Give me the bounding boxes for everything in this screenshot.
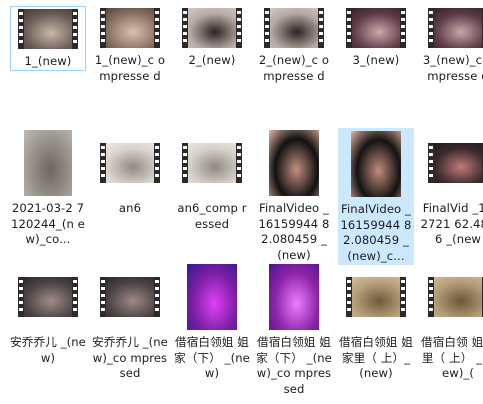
video-thumbnail <box>428 277 483 317</box>
file-thumbnail <box>256 128 332 198</box>
file-item[interactable]: 3_(new) <box>338 6 414 69</box>
file-grid: 1_(new) 1_(new)_c ompresse d 2_(new) 2_(new… <box>0 0 483 404</box>
video-thumbnail <box>346 277 406 317</box>
film-strip-icon <box>428 143 434 183</box>
file-name: FinalVideo _16159944 82.080459 _(new)_c.… <box>340 202 412 263</box>
film-strip-icon <box>100 277 106 317</box>
file-thumbnail <box>338 262 414 332</box>
film-strip-icon <box>400 8 406 48</box>
file-thumbnail <box>92 6 168 50</box>
film-strip-icon <box>400 277 406 317</box>
video-thumbnail <box>428 143 483 183</box>
file-item[interactable]: 借宿白领 姐家里（ 上） _(new)_( <box>420 262 483 382</box>
image-thumbnail <box>24 130 72 196</box>
file-thumbnail <box>174 128 250 198</box>
file-thumbnail <box>92 128 168 198</box>
video-thumbnail <box>264 8 324 48</box>
video-thumbnail <box>18 277 78 317</box>
file-item[interactable]: FinalVideo _16159944 82.080459 _(new) <box>256 128 332 263</box>
film-strip-icon <box>72 9 78 49</box>
video-thumbnail <box>100 8 160 48</box>
image-thumbnail <box>187 264 237 330</box>
file-name: 借宿白领姐 姐家（下） _(new) <box>174 335 250 380</box>
film-strip-icon <box>100 143 106 183</box>
file-thumbnail <box>420 128 483 198</box>
video-thumbnail <box>346 8 406 48</box>
file-name: 借宿白领姐 姐家里（ 上）_(new) <box>339 335 413 380</box>
film-strip-icon <box>318 8 324 48</box>
image-thumbnail <box>269 264 319 330</box>
file-thumbnail <box>256 262 332 332</box>
file-item[interactable]: 2021-03-2 7 120244_(n ew)_co... <box>10 128 86 248</box>
file-item[interactable]: 3_(new)_c ompresse d <box>420 6 483 84</box>
file-name: 借宿白领 姐家里（ 上） _(new)_( <box>421 335 483 380</box>
film-strip-icon <box>236 143 242 183</box>
file-item[interactable]: 借宿白领姐 姐家里（ 上）_(new) <box>338 262 414 382</box>
file-name: FinalVid _162721 62.4826 _(new <box>420 201 483 246</box>
file-name: 1_(new)_c ompresse d <box>94 53 166 83</box>
file-thumbnail <box>10 262 86 332</box>
film-strip-icon <box>72 277 78 317</box>
file-thumbnail <box>420 6 483 50</box>
video-thumbnail <box>428 8 483 48</box>
film-strip-icon <box>264 8 270 48</box>
file-item[interactable]: 2_(new) <box>174 6 250 69</box>
film-strip-icon <box>154 8 160 48</box>
file-item[interactable]: FinalVideo _16159944 82.080459 _(new)_c.… <box>338 128 414 265</box>
film-strip-icon <box>182 8 188 48</box>
image-thumbnail <box>351 131 401 197</box>
film-strip-icon <box>154 143 160 183</box>
file-name: 安乔乔儿 _(new)_co mpressed <box>92 335 168 380</box>
file-name: FinalVideo _16159944 82.080459 _(new) <box>258 201 330 262</box>
film-strip-icon <box>346 8 352 48</box>
film-strip-icon <box>346 277 352 317</box>
video-thumbnail <box>182 8 242 48</box>
file-item[interactable]: 借宿白领姐 姐家（下） _(new)_co mpressed <box>256 262 332 397</box>
file-thumbnail <box>174 262 250 332</box>
file-item[interactable]: 借宿白领姐 姐家（下） _(new) <box>174 262 250 382</box>
file-thumbnail <box>256 6 332 50</box>
film-strip-icon <box>236 8 242 48</box>
file-item[interactable]: 1_(new) <box>10 6 86 71</box>
film-strip-icon <box>428 277 434 317</box>
file-name: 安乔乔儿 _(new) <box>10 335 86 365</box>
file-item[interactable]: an6_comp ressed <box>174 128 250 232</box>
film-strip-icon <box>428 8 434 48</box>
file-name: 3_(new)_c ompresse d <box>422 53 483 83</box>
file-name: an6 <box>118 201 142 215</box>
file-item[interactable]: 2_(new)_c ompresse d <box>256 6 332 84</box>
file-name: 2_(new) <box>188 53 236 67</box>
file-item[interactable]: 安乔乔儿 _(new) <box>10 262 86 366</box>
file-item[interactable]: FinalVid _162721 62.4826 _(new <box>420 128 483 248</box>
file-thumbnail <box>92 262 168 332</box>
video-thumbnail <box>100 277 160 317</box>
video-thumbnail <box>182 143 242 183</box>
file-thumbnail <box>339 129 413 199</box>
video-thumbnail <box>18 9 78 49</box>
file-name: 2021-03-2 7 120244_(n ew)_co... <box>11 201 85 246</box>
file-name: 借宿白领姐 姐家（下） _(new)_co mpressed <box>256 335 332 396</box>
film-strip-icon <box>100 8 106 48</box>
image-thumbnail <box>269 130 319 196</box>
file-item[interactable]: 1_(new)_c ompresse d <box>92 6 168 84</box>
file-name: an6_comp ressed <box>177 201 247 231</box>
film-strip-icon <box>18 277 24 317</box>
file-thumbnail <box>420 262 483 332</box>
file-name: 2_(new)_c ompresse d <box>258 53 330 83</box>
film-strip-icon <box>18 9 24 49</box>
film-strip-icon <box>154 277 160 317</box>
file-thumbnail <box>10 128 86 198</box>
file-item[interactable]: an6 <box>92 128 168 217</box>
file-thumbnail <box>11 7 85 51</box>
file-item[interactable]: 安乔乔儿 _(new)_co mpressed <box>92 262 168 382</box>
video-thumbnail <box>100 143 160 183</box>
file-thumbnail <box>338 6 414 50</box>
file-thumbnail <box>174 6 250 50</box>
file-name: 3_(new) <box>352 53 400 67</box>
film-strip-icon <box>182 143 188 183</box>
file-name: 1_(new) <box>24 54 72 68</box>
